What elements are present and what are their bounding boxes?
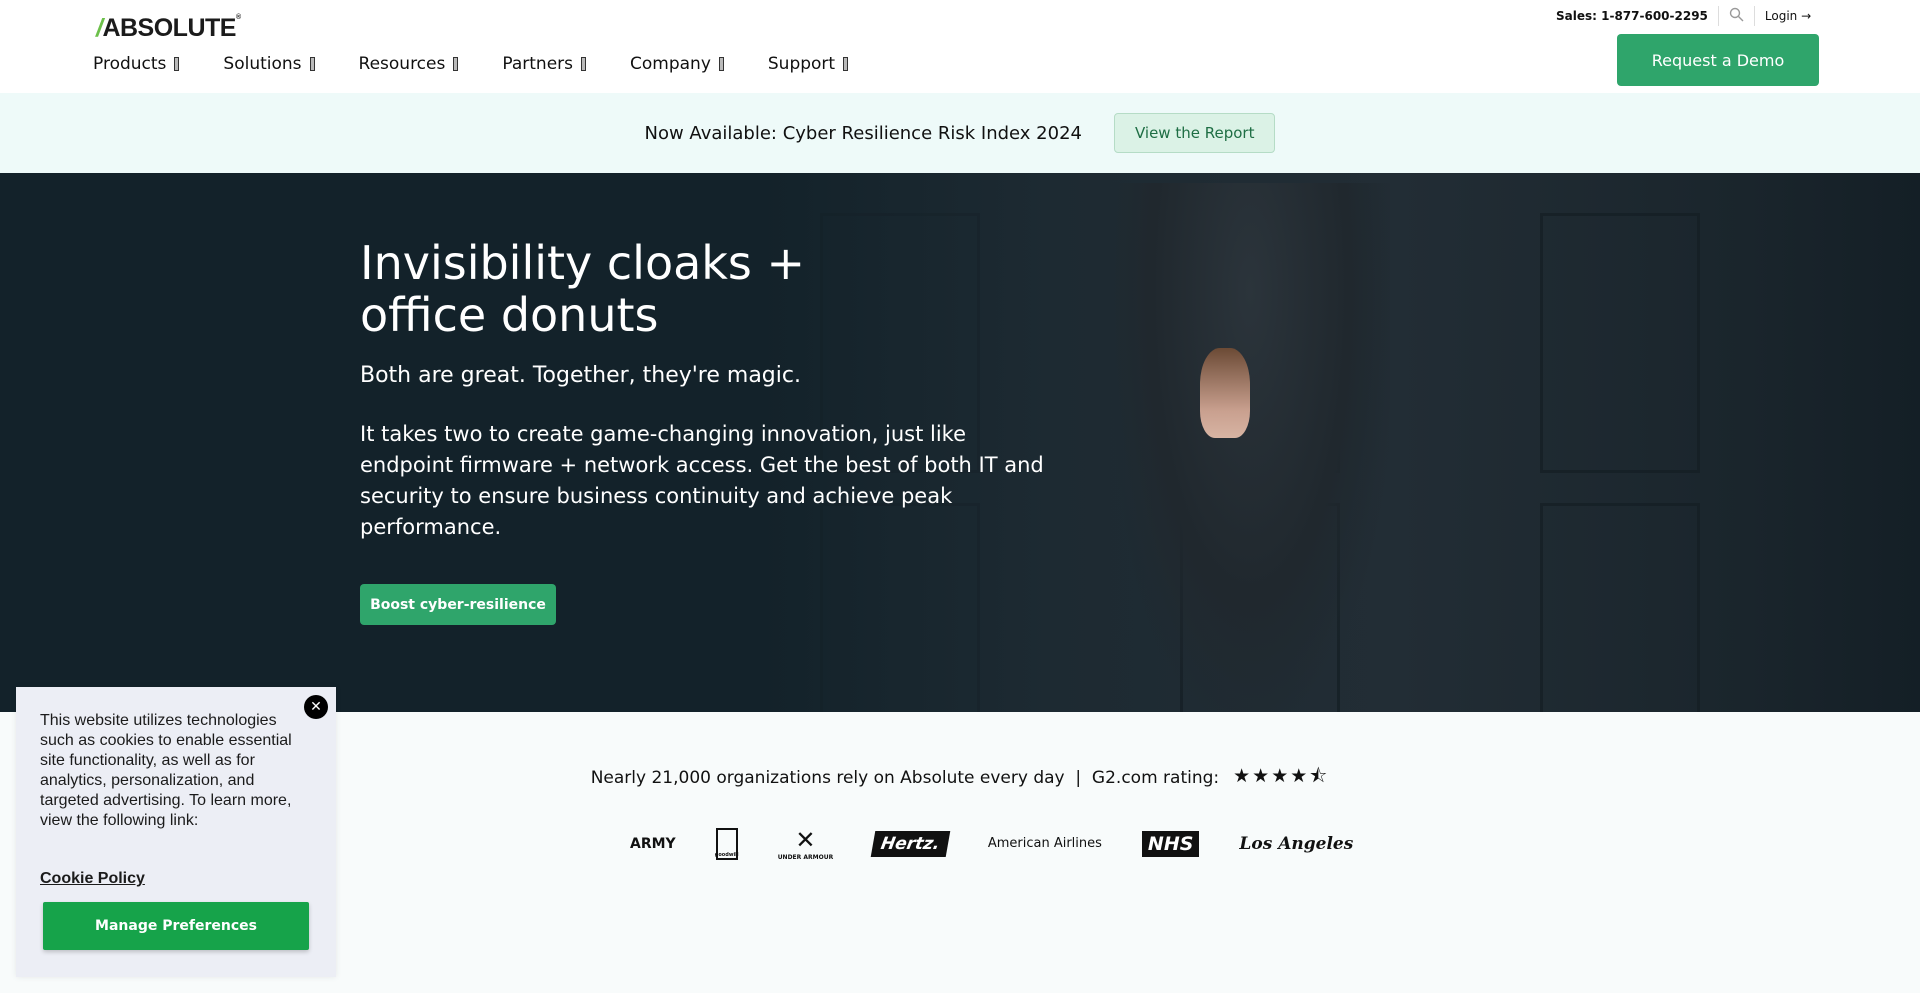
chevron-down-icon	[718, 57, 724, 71]
nav-label: Partners	[502, 54, 573, 74]
utility-bar: Sales: 1-877-600-2295 Login →	[1556, 6, 1811, 26]
goodwill-logo: goodwill	[715, 827, 739, 860]
hero-body: It takes two to create game-changing inn…	[360, 422, 1044, 539]
nav-partners[interactable]: Partners	[502, 54, 586, 74]
nav-resources[interactable]: Resources	[359, 54, 459, 74]
nav-label: Resources	[358, 54, 446, 74]
logo-text: UNDER ARMOUR	[777, 854, 834, 861]
cookie-consent-panel: This website utilizes technologies such …	[16, 687, 336, 977]
army-logo: ARMY	[630, 835, 676, 852]
hooded-figure	[1110, 183, 1390, 712]
view-report-button[interactable]: View the Report	[1113, 113, 1276, 153]
absolute-logo[interactable]: /ABSOLUTE®	[96, 14, 241, 43]
hero-subtitle: Both are great. Together, they're magic.	[360, 363, 801, 388]
cookie-text: This website utilizes technologies such …	[40, 712, 292, 829]
sales-phone[interactable]: Sales: 1-877-600-2295	[1556, 9, 1708, 23]
announcement-banner: Now Available: Cyber Resilience Risk Ind…	[0, 93, 1920, 173]
star-rating-icon: ★★★★⯪	[1233, 765, 1330, 787]
boost-cyber-resilience-button[interactable]: Boost cyber-resilience	[360, 584, 556, 625]
search-icon[interactable]	[1729, 7, 1744, 25]
close-icon[interactable]: ✕	[304, 695, 328, 719]
nav-company[interactable]: Company	[630, 54, 724, 74]
nav-label: Products	[93, 54, 167, 74]
american-airlines-logo: American Airlines	[987, 836, 1102, 851]
chevron-down-icon	[174, 57, 180, 71]
under-armour-logo: ✕ UNDER ARMOUR	[777, 826, 834, 861]
nhs-logo: NHS	[1141, 830, 1200, 857]
hero-section: Invisibility cloaks + office donuts Both…	[0, 173, 1920, 712]
nav-label: Company	[630, 54, 711, 74]
nav-support[interactable]: Support	[767, 54, 849, 74]
request-demo-button[interactable]: Request a Demo	[1617, 34, 1819, 86]
chevron-down-icon	[581, 57, 586, 71]
main-nav: Products Solutions Resources Partners Co…	[93, 54, 892, 74]
nav-products[interactable]: Products	[93, 54, 180, 74]
site-header: /ABSOLUTE® Products Solutions Resources …	[0, 0, 1920, 93]
nav-solutions[interactable]: Solutions	[223, 54, 315, 74]
nav-label: Solutions	[223, 54, 302, 74]
nav-label: Support	[767, 54, 836, 74]
login-link[interactable]: Login →	[1765, 9, 1811, 23]
divider	[1717, 6, 1719, 26]
banner-text: Now Available: Cyber Resilience Risk Ind…	[644, 122, 1082, 144]
cookie-policy-link[interactable]: Cookie Policy	[40, 870, 145, 888]
hero-title: Invisibility cloaks + office donuts	[360, 236, 806, 342]
chevron-down-icon	[309, 57, 315, 71]
manage-preferences-button[interactable]: Manage Preferences	[43, 902, 309, 950]
chevron-down-icon	[453, 57, 459, 71]
los-angeles-logo: Los Angeles	[1239, 833, 1354, 854]
divider	[1753, 6, 1755, 26]
trust-text: Nearly 21,000 organizations rely on Abso…	[590, 768, 1220, 788]
chevron-down-icon	[843, 57, 849, 71]
hertz-logo: Hertz.	[870, 830, 951, 857]
logo-text: ABSOLUTE	[102, 14, 236, 42]
customer-logos: ARMY goodwill ✕ UNDER ARMOUR Hertz. Ameri…	[630, 826, 1353, 861]
donuts-stack	[1200, 348, 1250, 438]
